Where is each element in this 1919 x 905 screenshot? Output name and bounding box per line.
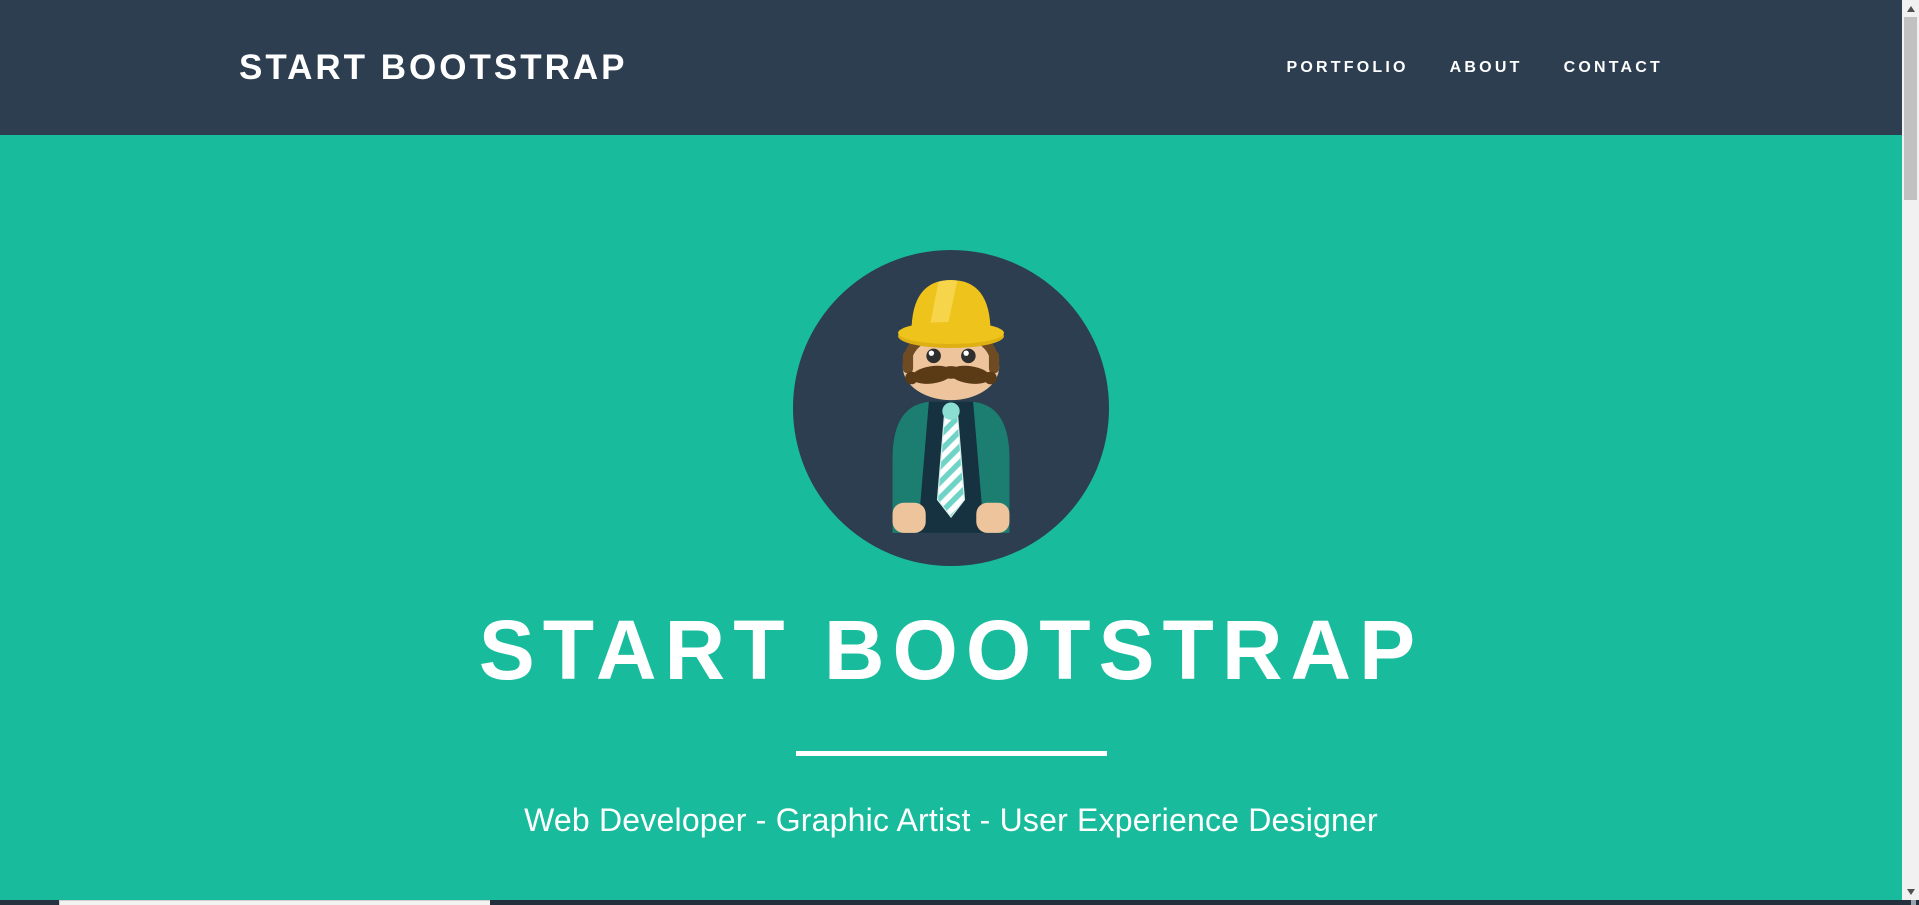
hero-section: START BOOTSTRAP Web Developer - Graphic … — [0, 135, 1902, 900]
nav-link-about[interactable]: ABOUT — [1450, 59, 1523, 76]
nav-links: PORTFOLIO ABOUT CONTACT — [1287, 59, 1663, 77]
vertical-scrollbar[interactable] — [1902, 0, 1919, 905]
triangle-up-icon — [1907, 6, 1915, 12]
page-content: START BOOTSTRAP PORTFOLIO ABOUT CONTACT — [0, 0, 1902, 905]
bottom-strip-light-segment — [59, 900, 490, 905]
triangle-down-icon — [1907, 889, 1915, 895]
page-title: START BOOTSTRAP — [0, 608, 1902, 692]
brand-link[interactable]: START BOOTSTRAP — [239, 48, 628, 88]
nav-link-contact[interactable]: CONTACT — [1564, 59, 1663, 76]
bottom-strip-left-segment — [0, 900, 59, 905]
bottom-edge-strip — [0, 900, 1919, 905]
bottom-strip-sliver — [1911, 900, 1916, 905]
scrollbar-up-button[interactable] — [1902, 0, 1919, 17]
page-subtitle: Web Developer - Graphic Artist - User Ex… — [0, 800, 1902, 840]
navbar-container: START BOOTSTRAP PORTFOLIO ABOUT CONTACT — [239, 48, 1663, 88]
top-navbar: START BOOTSTRAP PORTFOLIO ABOUT CONTACT — [0, 0, 1902, 135]
scrollbar-thumb[interactable] — [1904, 17, 1917, 200]
construction-worker-avatar-icon — [793, 250, 1109, 566]
title-divider — [796, 751, 1107, 756]
nav-link-portfolio[interactable]: PORTFOLIO — [1287, 59, 1409, 76]
scrollbar-down-button[interactable] — [1902, 883, 1919, 900]
